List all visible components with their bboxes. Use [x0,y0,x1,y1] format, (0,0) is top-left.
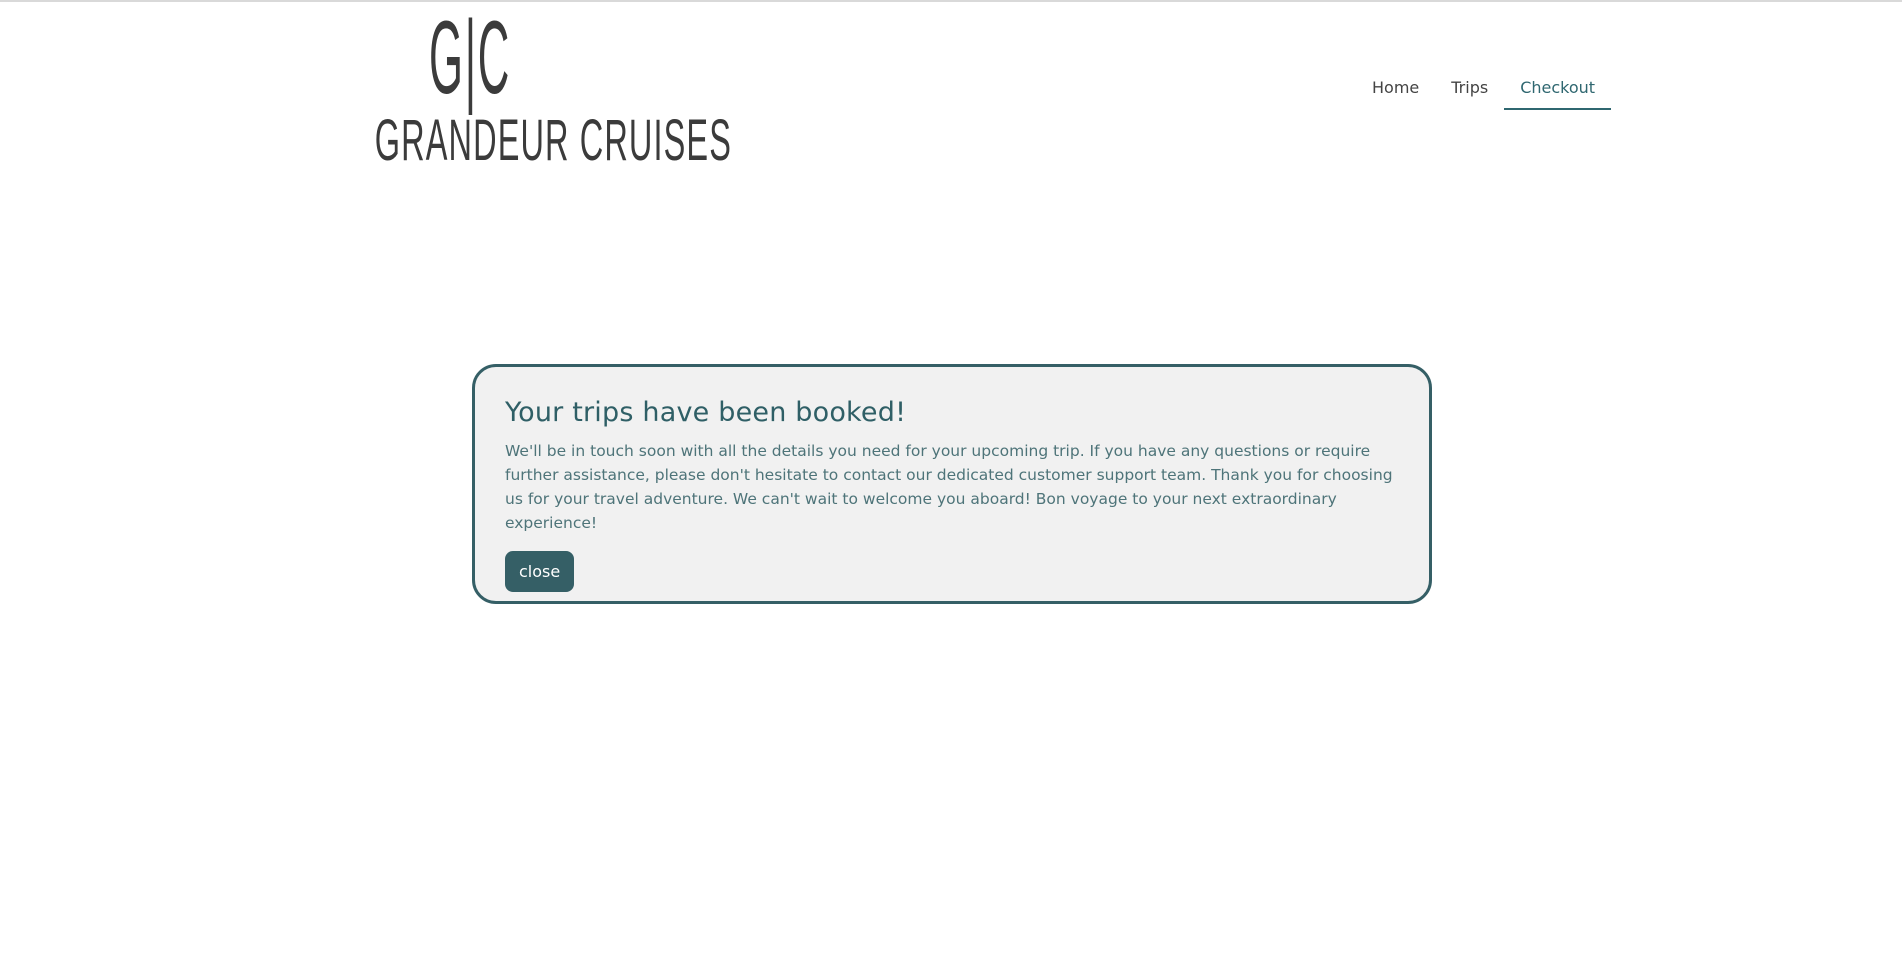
brand-logo[interactable]: G|C GRANDEUR CRUISES [300,6,731,170]
top-border [0,0,1902,2]
nav-item-home[interactable]: Home [1356,70,1435,102]
main-nav: Home Trips Checkout [1356,70,1612,110]
nav-item-trips[interactable]: Trips [1435,70,1504,102]
brand-monogram: G|C [429,0,511,116]
brand-wordmark: GRANDEUR CRUISES [374,108,733,173]
booking-confirmation-card: Your trips have been booked! We'll be in… [472,364,1432,604]
close-button[interactable]: close [505,551,575,593]
confirmation-title: Your trips have been booked! [505,397,907,428]
confirmation-message: We'll be in touch soon with all the deta… [505,442,1393,533]
nav-item-checkout[interactable]: Checkout [1504,70,1612,110]
